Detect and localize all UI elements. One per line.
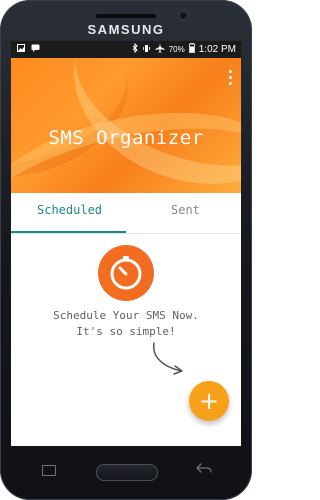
- add-button[interactable]: +: [189, 381, 229, 421]
- home-button[interactable]: [96, 464, 158, 481]
- status-time: 1:02 PM: [198, 43, 236, 55]
- battery-percent: 70%: [168, 44, 185, 54]
- more-options-icon[interactable]: [229, 70, 233, 86]
- app-title: SMS Organizer: [48, 127, 204, 149]
- battery-icon: [188, 43, 195, 55]
- tab-scheduled[interactable]: Scheduled: [37, 203, 102, 217]
- empty-state-message: Schedule Your SMS Now.: [53, 309, 199, 322]
- back-icon[interactable]: [196, 462, 212, 478]
- add-icon: +: [198, 387, 220, 415]
- status-bar: 70% 1:02 PM: [11, 41, 241, 58]
- device-brand: SAMSUNG: [87, 22, 165, 37]
- recent-apps-icon[interactable]: [42, 465, 56, 476]
- phone-frame: SAMSUNG 70% 1:02 PM SMS Organizer Schedu…: [0, 0, 252, 500]
- bluetooth-icon: [132, 42, 138, 55]
- speaker-grille: [96, 14, 156, 18]
- navigation-bar: [0, 452, 252, 492]
- curved-arrow-icon: [151, 341, 191, 385]
- gallery-icon: [17, 44, 25, 54]
- timer-icon: [98, 245, 154, 301]
- tab-divider: [11, 233, 241, 234]
- app-header: SMS Organizer: [11, 58, 241, 193]
- empty-state-subtitle: It's so simple!: [76, 325, 176, 338]
- front-camera: [180, 12, 187, 19]
- app-screen: 70% 1:02 PM SMS Organizer Scheduled Sent: [11, 41, 241, 446]
- vibrate-icon: [142, 44, 151, 55]
- tab-bar: Scheduled Sent: [11, 193, 241, 234]
- airplane-mode-icon: [155, 43, 165, 55]
- message-icon: [31, 44, 40, 54]
- tab-sent[interactable]: Sent: [171, 203, 200, 217]
